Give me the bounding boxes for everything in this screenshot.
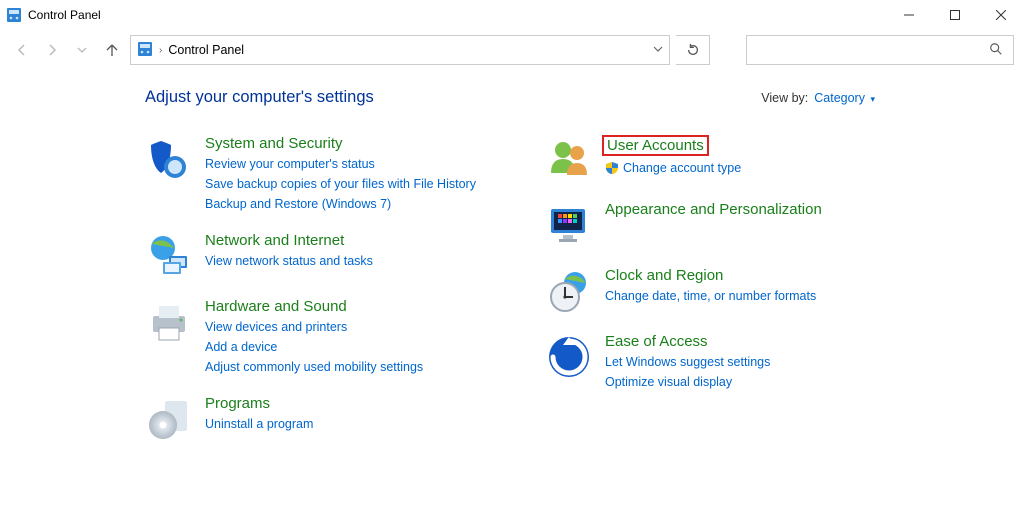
globe-network-icon [145, 232, 193, 280]
disc-box-icon [145, 395, 193, 443]
search-icon [989, 42, 1003, 59]
sublink[interactable]: Change account type [623, 158, 741, 178]
clock-globe-icon [545, 267, 593, 315]
chevron-right-icon: › [159, 45, 162, 56]
category-appearance: Appearance and Personalization [545, 201, 905, 249]
chevron-down-icon: ▾ [870, 94, 875, 104]
window-title: Control Panel [28, 8, 101, 22]
close-button[interactable] [978, 0, 1024, 30]
sublink[interactable]: Change date, time, or number formats [605, 286, 816, 306]
monitor-palette-icon [545, 201, 593, 249]
sublink[interactable]: Save backup copies of your files with Fi… [205, 174, 476, 194]
refresh-button[interactable] [676, 35, 710, 65]
address-bar[interactable]: › Control Panel [130, 35, 670, 65]
category-title[interactable]: Appearance and Personalization [605, 201, 822, 218]
forward-button[interactable] [40, 38, 64, 62]
shield-monitor-icon [145, 135, 193, 183]
page-heading: Adjust your computer's settings [145, 88, 374, 107]
category-title[interactable]: Clock and Region [605, 267, 723, 284]
content-area: Adjust your computer's settings View by:… [0, 70, 1024, 461]
sublink[interactable]: Review your computer's status [205, 154, 476, 174]
nav-row: › Control Panel [0, 30, 1024, 70]
sublink[interactable]: Add a device [205, 337, 423, 357]
users-icon [545, 135, 593, 183]
category-title-user-accounts[interactable]: User Accounts [602, 135, 709, 156]
sublink[interactable]: Adjust commonly used mobility settings [205, 357, 423, 377]
sublink[interactable]: Optimize visual display [605, 372, 770, 392]
maximize-button[interactable] [932, 0, 978, 30]
uac-shield-icon [605, 161, 619, 175]
category-title[interactable]: Ease of Access [605, 333, 708, 350]
viewby-value-text: Category [814, 91, 865, 105]
left-column: System and Security Review your computer… [145, 135, 505, 461]
category-system-security: System and Security Review your computer… [145, 135, 505, 214]
category-clock-region: Clock and Region Change date, time, or n… [545, 267, 905, 315]
sublink[interactable]: View network status and tasks [205, 251, 373, 271]
sublink[interactable]: Uninstall a program [205, 414, 313, 434]
ease-of-access-icon [545, 333, 593, 381]
category-ease-of-access: Ease of Access Let Windows suggest setti… [545, 333, 905, 392]
chevron-down-icon[interactable] [653, 44, 663, 57]
back-button[interactable] [10, 38, 34, 62]
breadcrumb[interactable]: Control Panel [168, 43, 244, 57]
category-title[interactable]: Network and Internet [205, 232, 344, 249]
control-panel-icon-small [137, 41, 153, 60]
category-title[interactable]: Programs [205, 395, 270, 412]
control-panel-icon [6, 7, 22, 23]
search-input[interactable] [746, 35, 1014, 65]
category-title[interactable]: Hardware and Sound [205, 298, 347, 315]
minimize-button[interactable] [886, 0, 932, 30]
printer-icon [145, 298, 193, 346]
viewby-dropdown[interactable]: Category ▾ [814, 91, 875, 105]
recent-dropdown[interactable] [70, 38, 94, 62]
category-hardware-sound: Hardware and Sound View devices and prin… [145, 298, 505, 377]
sublink[interactable]: Let Windows suggest settings [605, 352, 770, 372]
sublink[interactable]: Backup and Restore (Windows 7) [205, 194, 476, 214]
category-user-accounts: User Accounts Change account type [545, 135, 905, 183]
category-programs: Programs Uninstall a program [145, 395, 505, 443]
up-button[interactable] [100, 38, 124, 62]
viewby-label: View by: [761, 91, 808, 105]
titlebar: Control Panel [0, 0, 1024, 30]
category-title[interactable]: System and Security [205, 135, 343, 152]
category-network-internet: Network and Internet View network status… [145, 232, 505, 280]
right-column: User Accounts Change account type [545, 135, 905, 461]
sublink[interactable]: View devices and printers [205, 317, 423, 337]
